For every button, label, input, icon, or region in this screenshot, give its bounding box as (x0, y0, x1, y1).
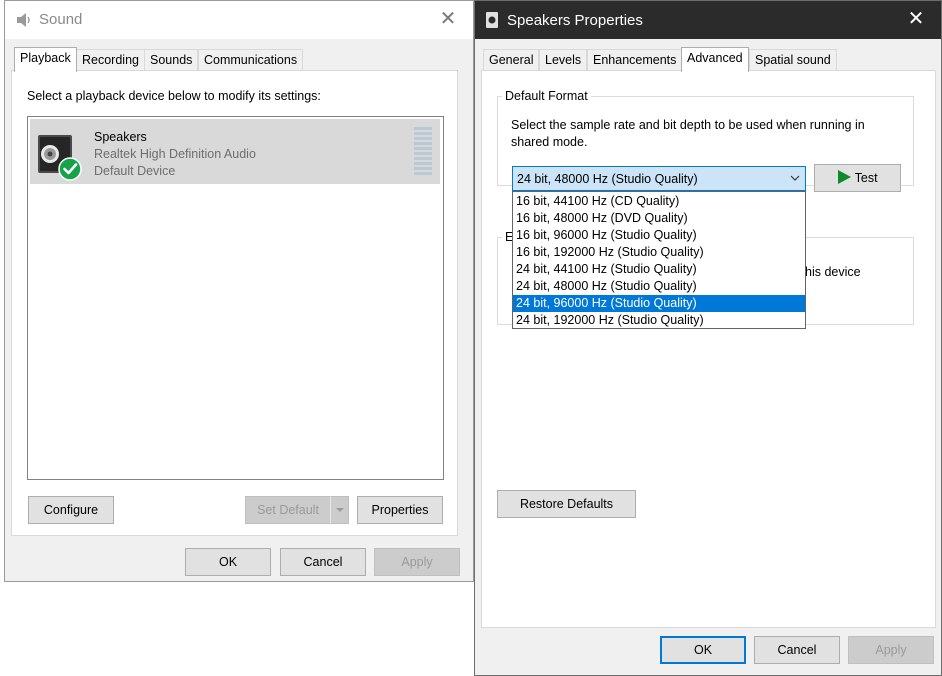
format-select[interactable]: 24 bit, 48000 Hz (Studio Quality) (512, 166, 806, 191)
device-status: Default Device (94, 164, 176, 178)
sound-title-bar[interactable]: Sound ✕ (5, 1, 473, 39)
instruction-text: Select a playback device below to modify… (27, 89, 321, 103)
restore-defaults-button[interactable]: Restore Defaults (497, 490, 636, 518)
exclusive-mode-text: his device (805, 265, 861, 279)
apply-button[interactable]: Apply (374, 548, 460, 576)
close-icon[interactable]: ✕ (437, 9, 459, 31)
speaker-icon (17, 13, 30, 27)
device-driver: Realtek High Definition Audio (94, 147, 256, 161)
dropdown-option[interactable]: 24 bit, 48000 Hz (Studio Quality) (513, 278, 805, 295)
ok-button[interactable]: OK (660, 636, 746, 664)
group-label: Default Format (502, 89, 591, 103)
dropdown-option[interactable]: 16 bit, 44100 Hz (CD Quality) (513, 193, 805, 210)
device-list[interactable]: Speakers Realtek High Definition Audio D… (27, 116, 444, 480)
sound-window: Sound ✕ Playback Recording Sounds Commun… (4, 0, 474, 582)
speaker-icon (486, 12, 498, 28)
test-button[interactable]: Test (814, 164, 901, 192)
tab-general[interactable]: General (483, 49, 540, 71)
chevron-down-icon (790, 175, 800, 181)
dropdown-option[interactable]: 16 bit, 96000 Hz (Studio Quality) (513, 227, 805, 244)
cancel-button[interactable]: Cancel (754, 636, 840, 664)
speakers-properties-window: Speakers Properties ✕ General Levels Enh… (474, 0, 942, 676)
cancel-button[interactable]: Cancel (280, 548, 366, 576)
select-value: 24 bit, 48000 Hz (Studio Quality) (517, 172, 698, 186)
dropdown-option[interactable]: 24 bit, 44100 Hz (Studio Quality) (513, 261, 805, 278)
list-item[interactable]: Speakers Realtek High Definition Audio D… (30, 119, 440, 184)
dropdown-option[interactable]: 16 bit, 192000 Hz (Studio Quality) (513, 244, 805, 261)
device-name: Speakers (94, 130, 147, 144)
tab-sounds[interactable]: Sounds (144, 49, 199, 71)
properties-button[interactable]: Properties (357, 496, 443, 524)
dropdown-option[interactable]: 16 bit, 48000 Hz (DVD Quality) (513, 210, 805, 227)
volume-meter (414, 127, 432, 175)
format-dropdown-list[interactable]: 16 bit, 44100 Hz (CD Quality) 16 bit, 48… (512, 191, 806, 329)
set-default-button[interactable]: Set Default (245, 496, 331, 524)
format-description: Select the sample rate and bit depth to … (511, 118, 865, 149)
properties-title-bar[interactable]: Speakers Properties ✕ (475, 1, 941, 39)
test-label: Test (854, 171, 878, 185)
apply-button[interactable]: Apply (848, 636, 934, 664)
tab-levels[interactable]: Levels (539, 49, 588, 71)
close-icon[interactable]: ✕ (905, 9, 927, 31)
tab-advanced[interactable]: Advanced (681, 47, 749, 72)
play-icon (838, 170, 852, 184)
window-title: Sound (39, 11, 83, 28)
tab-recording[interactable]: Recording (76, 49, 145, 71)
tab-enhancements[interactable]: Enhancements (587, 49, 683, 71)
tab-communications[interactable]: Communications (198, 49, 304, 71)
window-title: Speakers Properties (507, 12, 643, 29)
configure-button[interactable]: Configure (28, 496, 114, 524)
tab-spatial-sound[interactable]: Spatial sound (749, 49, 837, 71)
dropdown-option-highlighted[interactable]: 24 bit, 96000 Hz (Studio Quality) (513, 295, 805, 312)
set-default-dropdown[interactable] (330, 496, 349, 524)
ok-button[interactable]: OK (185, 548, 271, 576)
dropdown-option[interactable]: 24 bit, 192000 Hz (Studio Quality) (513, 312, 805, 329)
chevron-down-icon (335, 508, 344, 512)
tab-playback[interactable]: Playback (14, 47, 77, 72)
speaker-device-icon (38, 135, 82, 181)
